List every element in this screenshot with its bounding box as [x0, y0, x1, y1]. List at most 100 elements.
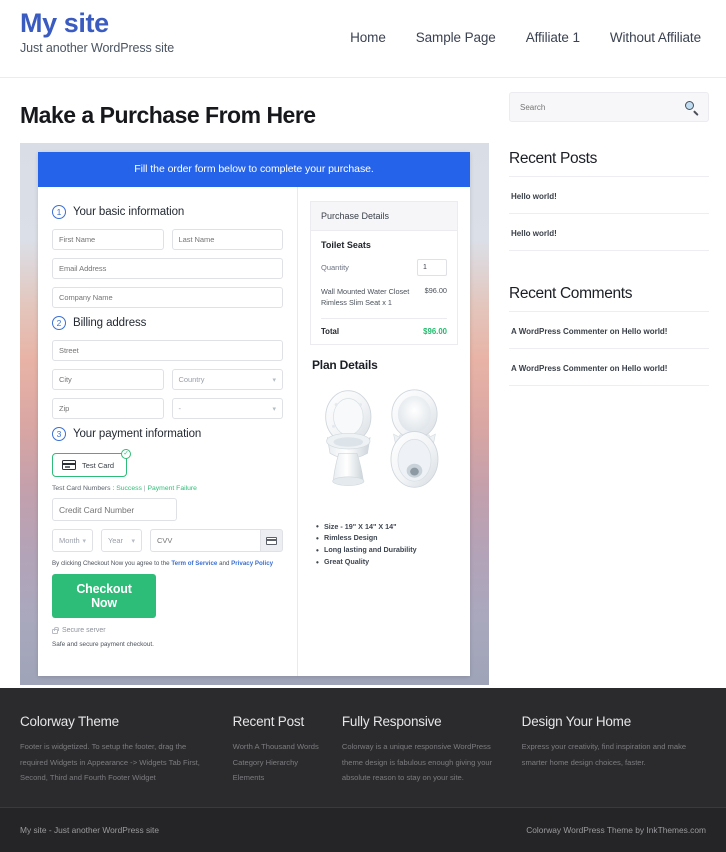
footer-column-title: Fully Responsive [341, 714, 442, 730]
privacy-policy-link[interactable]: Privacy Policy [231, 560, 273, 567]
company-row [52, 287, 283, 308]
site-branding[interactable]: My site Just another WordPress site [20, 0, 174, 56]
city-country-row: Country ▾ [52, 369, 283, 390]
list-item[interactable]: A WordPress Commenter on Hello world! [509, 348, 709, 386]
plan-details-title: Plan Details [312, 357, 378, 372]
terms-agreement: By clicking Checkout Now you agree to th… [52, 560, 283, 567]
cvv-input[interactable] [150, 529, 261, 552]
company-input[interactable] [52, 287, 283, 308]
secure-server-label: Secure server [62, 627, 106, 634]
recent-comment-link[interactable]: A WordPress Commenter on Hello world! [511, 327, 667, 336]
last-name-input[interactable] [171, 229, 283, 250]
quantity-row: Quantity [321, 259, 447, 276]
footer-column-title: Colorway Theme [20, 714, 119, 730]
plan-bullet-item: Rimless Design [316, 532, 458, 545]
footer-column-colorway-theme: Colorway Theme Footer is widgetized. To … [20, 714, 233, 785]
test-card-option[interactable]: Test Card ✓ [52, 449, 132, 477]
secure-server-note: Secure server [52, 626, 283, 634]
purchase-details-body: Toilet Seats Quantity Wall Mounted Water… [311, 231, 457, 344]
footer-copyright-bar: My site - Just another WordPress site Co… [0, 807, 726, 852]
recent-post-link[interactable]: Hello world! [511, 229, 557, 238]
checkout-now-button[interactable]: Checkout Now [52, 574, 156, 618]
recent-posts-list: Hello world! Hello world! [509, 176, 709, 251]
city-input[interactable] [52, 369, 164, 390]
list-item[interactable]: Elements [233, 770, 324, 785]
agreement-prefix: By clicking Checkout Now you agree to th… [52, 560, 170, 567]
list-item[interactable]: Worth A Thousand Words [233, 739, 324, 754]
list-item[interactable]: Hello world! [509, 176, 709, 213]
chevron-down-icon: ▾ [272, 376, 277, 384]
test-card-separator: | [143, 485, 146, 492]
state-select[interactable]: - ▾ [171, 398, 283, 419]
country-select-value: Country [178, 375, 205, 384]
quantity-input[interactable] [417, 259, 447, 276]
total-label: Total [321, 326, 340, 336]
cvv-help-button[interactable] [261, 529, 283, 552]
street-input[interactable] [52, 340, 283, 361]
check-circle-icon: ✓ [121, 449, 132, 459]
credit-card-number-input[interactable] [52, 498, 177, 521]
site-title[interactable]: My site [20, 9, 174, 38]
safe-checkout-text: Safe and secure payment checkout. [52, 641, 154, 648]
purchase-details-heading: Purchase Details [311, 202, 457, 231]
content-area: Make a Purchase From Here Fill the order… [0, 78, 726, 685]
purchase-details-column: Purchase Details Toilet Seats Quantity W… [297, 187, 470, 676]
toilet-seats-product-image [325, 388, 439, 488]
line-item-description: Wall Mounted Water Closet Rimless Slim S… [321, 287, 410, 308]
footer-widgets: Colorway Theme Footer is widgetized. To … [0, 688, 726, 807]
search-input[interactable] [520, 102, 685, 112]
lock-icon [52, 626, 59, 634]
terms-of-service-link[interactable]: Term of Service [171, 560, 217, 567]
line-item-row: Wall Mounted Water Closet Rimless Slim S… [321, 286, 447, 309]
zip-input[interactable] [52, 398, 164, 419]
year-select[interactable]: Year ▾ [101, 529, 142, 552]
country-select[interactable]: Country ▾ [171, 369, 283, 390]
first-name-input[interactable] [52, 229, 164, 250]
footer-column-text: Express your creativity, find inspiratio… [521, 742, 687, 767]
step-2-number: 2 [52, 316, 66, 330]
chevron-down-icon: ▾ [131, 537, 136, 545]
line-item-amount: $96.00 [424, 286, 447, 295]
email-input[interactable] [52, 258, 283, 279]
step-basic-information: 1 Your basic information [52, 205, 283, 219]
test-card-prefix: Test Card Numbers : [52, 485, 115, 492]
test-card-label: Test Card [82, 460, 115, 470]
nav-item-without-affiliate[interactable]: Without Affiliate [610, 30, 701, 45]
test-card-success-link[interactable]: Success [116, 485, 142, 492]
recent-posts-title: Recent Posts [509, 150, 597, 167]
state-select-value: - [178, 404, 182, 413]
recent-comments-list: A WordPress Commenter on Hello world! A … [509, 311, 709, 386]
footer-column-text: Footer is widgetized. To setup the foote… [20, 742, 200, 782]
list-item[interactable]: Category Hierarchy [233, 755, 324, 770]
site-header: My site Just another WordPress site Home… [0, 0, 726, 78]
list-item[interactable]: Hello world! [509, 213, 709, 251]
search-widget[interactable] [509, 92, 709, 122]
nav-item-sample-page[interactable]: Sample Page [416, 30, 496, 45]
step-3-label: Your payment information [73, 428, 202, 440]
list-item[interactable]: A WordPress Commenter on Hello world! [509, 311, 709, 348]
quantity-label: Quantity [321, 263, 349, 272]
nav-item-home[interactable]: Home [350, 30, 386, 45]
name-row [52, 229, 283, 250]
search-icon[interactable] [685, 100, 698, 116]
test-card-failure-link[interactable]: Payment Failure [147, 485, 197, 492]
plan-bullet-list: Size - 19" X 14" X 14" Rimless Design Lo… [316, 520, 458, 569]
credit-card-icon [62, 460, 76, 470]
agreement-and: and [219, 560, 230, 567]
widget-spacer [509, 251, 709, 285]
primary-navigation: Home Sample Page Affiliate 1 Without Aff… [350, 0, 706, 45]
step-2-label: Billing address [73, 317, 147, 329]
footer-recent-post-list: Worth A Thousand Words Category Hierarch… [233, 739, 324, 785]
month-select[interactable]: Month ▾ [52, 529, 93, 552]
footer-column-title: Recent Post [232, 714, 305, 730]
step-1-label: Your basic information [73, 206, 185, 218]
sidebar: Recent Posts Hello world! Hello world! R… [509, 78, 709, 685]
zip-state-row: - ▾ [52, 398, 283, 419]
email-row [52, 258, 283, 279]
recent-comments-title: Recent Comments [509, 285, 633, 302]
total-row: Total $96.00 [321, 327, 447, 336]
divider [321, 317, 447, 319]
nav-item-affiliate-1[interactable]: Affiliate 1 [526, 30, 580, 45]
recent-post-link[interactable]: Hello world! [511, 192, 557, 201]
recent-comment-link[interactable]: A WordPress Commenter on Hello world! [511, 364, 667, 373]
